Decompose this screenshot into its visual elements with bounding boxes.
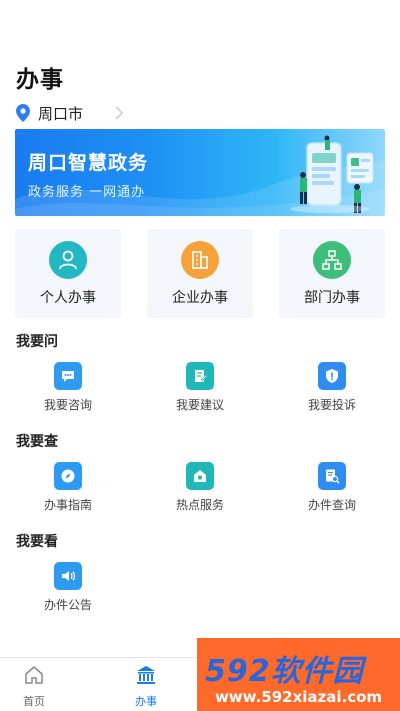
chevron-right-icon bbox=[115, 106, 124, 120]
speaker-icon bbox=[54, 562, 82, 590]
section-title-check: 我要查 bbox=[16, 434, 58, 450]
site-watermark: 592软件园 www.592xiazai.com bbox=[197, 638, 400, 711]
tab-label: 办事 bbox=[135, 695, 157, 708]
grid-item-label: 热点服务 bbox=[175, 498, 224, 512]
grid-item-announcement[interactable]: 办件公告 bbox=[18, 562, 118, 612]
promo-banner[interactable]: 周口智慧政务 政务服务 一网通办 bbox=[15, 129, 385, 216]
grid-item-label: 办件公告 bbox=[43, 598, 92, 612]
card-label: 部门办事 bbox=[304, 290, 360, 306]
banner-subtitle: 政务服务 一网通办 bbox=[28, 185, 146, 200]
watermark-url: www.592xiazai.com bbox=[214, 688, 383, 706]
banner-title: 周口智慧政务 bbox=[28, 152, 149, 174]
government-building-icon bbox=[137, 666, 155, 684]
location-pin-icon bbox=[16, 104, 30, 122]
phone-people-illustration-icon bbox=[290, 135, 374, 213]
person-icon bbox=[49, 241, 87, 279]
page-title: 办事 bbox=[16, 67, 64, 93]
card-enterprise-affairs[interactable]: 企业办事 bbox=[147, 229, 253, 318]
section-title-ask: 我要问 bbox=[16, 334, 58, 350]
grid-item-label: 我要建议 bbox=[175, 398, 224, 412]
card-label: 个人办事 bbox=[40, 290, 96, 306]
watermark-brand: 592软件园 bbox=[205, 654, 364, 689]
category-cards: 个人办事 企业办事 部门办事 bbox=[15, 229, 385, 318]
home-heart-icon bbox=[186, 462, 214, 490]
building-icon bbox=[181, 241, 219, 279]
grid-item-guide[interactable]: 办事指南 bbox=[18, 462, 118, 512]
tab-label: 首页 bbox=[23, 695, 45, 708]
grid-item-label: 我要咨询 bbox=[43, 398, 92, 412]
tab-home[interactable]: 首页 bbox=[4, 664, 64, 709]
card-label: 企业办事 bbox=[172, 290, 228, 306]
card-department-affairs[interactable]: 部门办事 bbox=[279, 229, 385, 318]
location-city: 周口市 bbox=[38, 104, 84, 123]
section-title-view: 我要看 bbox=[16, 534, 58, 550]
tab-affairs[interactable]: 办事 bbox=[116, 664, 176, 709]
grid-item-label: 办事指南 bbox=[43, 498, 92, 512]
card-personal-affairs[interactable]: 个人办事 bbox=[15, 229, 121, 318]
grid-item-complain[interactable]: 我要投诉 bbox=[282, 362, 382, 412]
edit-note-icon bbox=[186, 362, 214, 390]
grid-item-hot-services[interactable]: 热点服务 bbox=[150, 462, 250, 512]
grid-item-case-query[interactable]: 办件查询 bbox=[282, 462, 382, 512]
house-icon bbox=[25, 666, 43, 684]
compass-icon bbox=[54, 462, 82, 490]
grid-item-suggest[interactable]: 我要建议 bbox=[150, 362, 250, 412]
grid-item-consult[interactable]: 我要咨询 bbox=[18, 362, 118, 412]
org-chart-icon bbox=[313, 241, 351, 279]
grid-item-label: 办件查询 bbox=[307, 498, 356, 512]
location-selector[interactable]: 周口市 bbox=[16, 103, 125, 123]
chat-icon bbox=[54, 362, 82, 390]
document-search-icon bbox=[318, 462, 346, 490]
shield-alert-icon bbox=[318, 362, 346, 390]
grid-item-label: 我要投诉 bbox=[307, 398, 356, 412]
